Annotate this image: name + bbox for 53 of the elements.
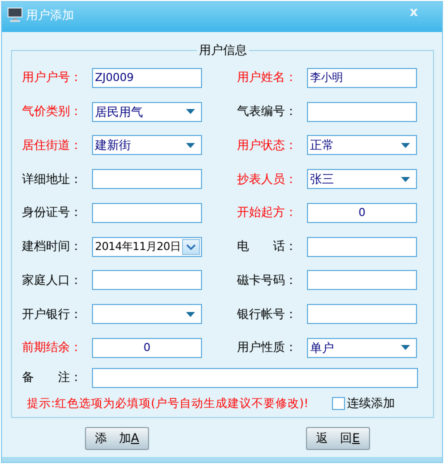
- dropdown[interactable]: [92, 304, 202, 324]
- field-label: 身份证号：: [22, 204, 83, 222]
- field-label: 用户姓名：: [237, 69, 298, 86]
- field-label: 建档时间：: [22, 238, 83, 256]
- dropdown-arrow-icon: [186, 312, 195, 317]
- dropdown-arrow-icon: [186, 142, 195, 148]
- field-label: 银行帐号：: [237, 306, 298, 323]
- field-label: 磁卡号码：: [237, 272, 298, 289]
- dropdown[interactable]: 建新街: [92, 135, 202, 156]
- dropdown-arrow-icon: [401, 176, 410, 182]
- chevron-icon: [186, 244, 196, 250]
- dialog-button[interactable]: 返 回 E: [306, 427, 370, 450]
- field-label: 详细地址：: [22, 170, 83, 188]
- input-field[interactable]: 0: [307, 202, 417, 223]
- input-field[interactable]: ZJ0009: [92, 68, 202, 88]
- dropdown[interactable]: 单户: [307, 338, 417, 358]
- input-field[interactable]: [92, 202, 202, 223]
- field-label: 用户户号：: [22, 69, 83, 86]
- window-title: 用户添加: [26, 7, 74, 24]
- field-label: 用户性质：: [237, 339, 298, 356]
- input-field[interactable]: [92, 368, 418, 388]
- input-field[interactable]: [307, 304, 417, 324]
- date-picker[interactable]: 2014年11月20日: [92, 236, 202, 257]
- group-title: 用户信息: [197, 42, 249, 59]
- field-label: 电 话：: [237, 238, 298, 256]
- field-label: 开始起方：: [237, 204, 298, 222]
- dialog-button[interactable]: 添 加A: [85, 427, 149, 450]
- field-label: 备 注：: [22, 369, 83, 386]
- monitor-icon: [7, 7, 23, 22]
- input-field[interactable]: [92, 270, 202, 290]
- input-field[interactable]: 0: [92, 338, 202, 358]
- field-label: 开户银行：: [22, 306, 83, 323]
- field-label: 气价类别：: [22, 103, 83, 120]
- input-field[interactable]: [307, 236, 417, 257]
- dropdown-arrow-icon: [186, 109, 195, 114]
- field-label: 居住街道：: [22, 136, 83, 154]
- field-label: 家庭人口：: [22, 272, 83, 289]
- hint-text: 提示:红色选项为必填项(户号自动生成建议不要修改)!: [27, 396, 310, 412]
- dropdown[interactable]: 居民用气: [92, 102, 202, 122]
- field-label: 气表编号：: [237, 103, 298, 120]
- field-label: 抄表人员：: [237, 170, 298, 188]
- dropdown-arrow-icon: [401, 345, 410, 350]
- dropdown-arrow-icon: [401, 142, 410, 148]
- field-label: 用户状态：: [237, 136, 298, 154]
- calendar-dropdown-button[interactable]: [182, 238, 200, 255]
- input-field[interactable]: [307, 102, 417, 122]
- continuous-add-checkbox[interactable]: 连续添加: [332, 395, 395, 412]
- dropdown[interactable]: 正常: [307, 135, 417, 156]
- field-label: 前期结余：: [22, 339, 83, 356]
- dropdown[interactable]: 张三: [307, 169, 417, 190]
- input-field[interactable]: [307, 270, 417, 290]
- input-field[interactable]: 李小明: [307, 68, 417, 88]
- input-field[interactable]: [92, 169, 202, 190]
